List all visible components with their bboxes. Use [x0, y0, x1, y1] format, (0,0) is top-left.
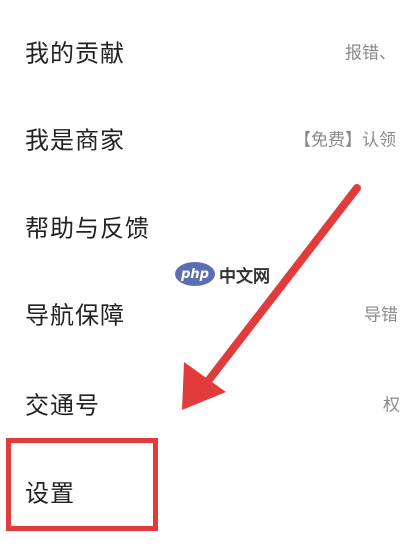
menu-item-label: 帮助与反馈 [25, 214, 150, 243]
menu-item-label: 我是商家 [25, 126, 125, 155]
menu-item-help-feedback[interactable]: 帮助与反馈 [0, 196, 400, 256]
menu-item-merchant[interactable]: 我是商家 【免费】认领 [0, 108, 400, 168]
menu-item-label: 导航保障 [25, 301, 125, 330]
menu-item-my-contributions[interactable]: 我的贡献 报错、 [0, 21, 400, 81]
menu-item-hint: 导错 [364, 305, 398, 326]
menu-item-hint: 报错、 [345, 43, 396, 64]
menu-item-hint: 权 [383, 395, 400, 416]
menu-item-hint: 【免费】认领 [294, 130, 396, 151]
menu-item-label: 我的贡献 [25, 39, 125, 68]
menu-item-navigation-guarantee[interactable]: 导航保障 导错 [0, 283, 400, 343]
menu-item-traffic-account[interactable]: 交通号 权 [0, 373, 400, 433]
menu-item-label: 交通号 [25, 391, 100, 420]
menu-item-label: 设置 [25, 479, 75, 508]
menu-item-settings[interactable]: 设置 [0, 461, 400, 521]
